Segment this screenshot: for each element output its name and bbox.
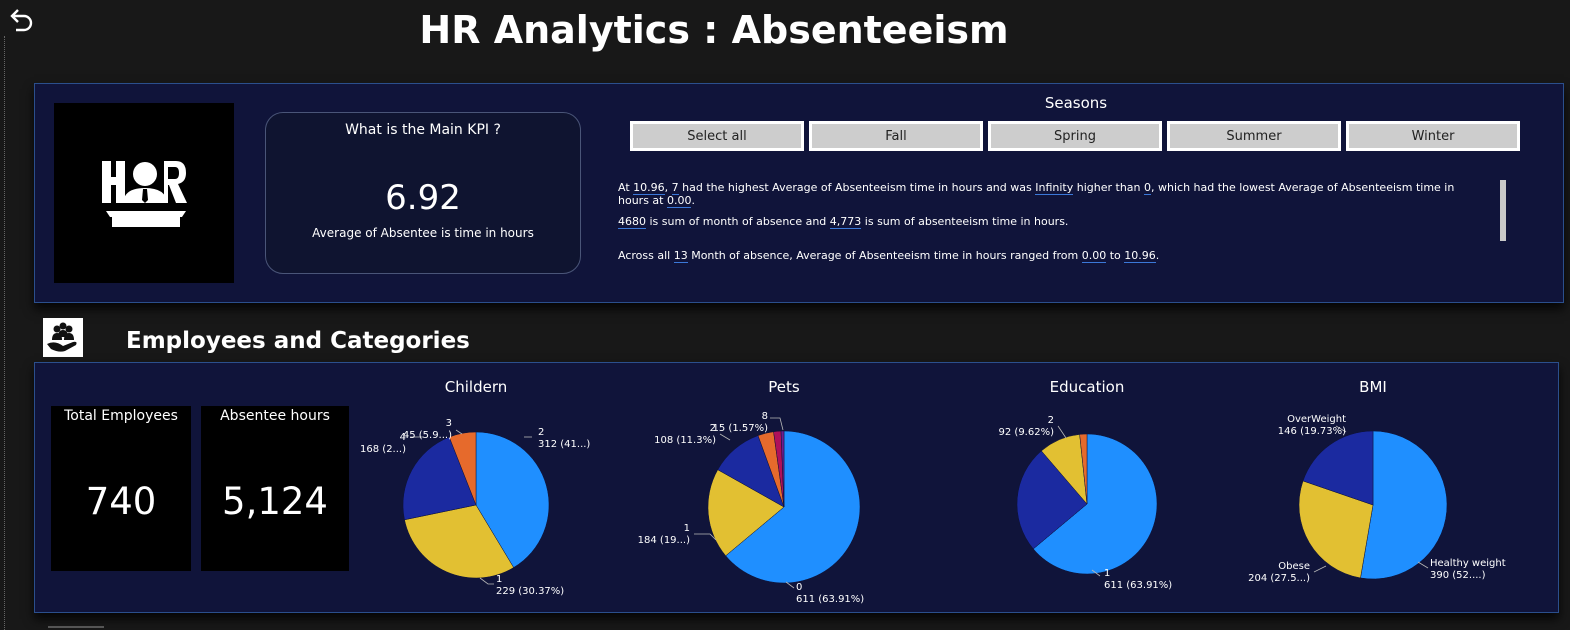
narrative-text: Month of absence, Average of Absenteeism…: [687, 249, 1082, 262]
season-winter-button[interactable]: Winter: [1346, 121, 1520, 151]
hr-manager-icon: [102, 161, 187, 227]
absentee-hours-label: Absentee hours: [220, 408, 330, 424]
narrative-value: 0.00: [1081, 249, 1107, 263]
section-title: Employees and Categories: [126, 328, 470, 354]
narrative-text: At: [618, 181, 634, 194]
narrative-value: 10.96: [1124, 249, 1156, 263]
hr-logo: [54, 103, 234, 283]
season-summer-button[interactable]: Summer: [1167, 121, 1341, 151]
narrative-value: 4680: [618, 215, 646, 229]
page-title: HR Analytics : Absenteeism: [419, 8, 1009, 52]
kpi-caption: Average of Absentee is time in hours: [312, 226, 534, 240]
narrative-line-1: At 10.96, 7 had the highest Average of A…: [618, 181, 1488, 208]
total-employees-label: Total Employees: [64, 408, 178, 424]
narrative-text: is sum of month of absence and: [646, 215, 830, 228]
narrative-line-2: 4680 is sum of month of absence and 4,77…: [618, 215, 1488, 229]
season-select-all-button[interactable]: Select all: [630, 121, 804, 151]
seasons-slicer-title: Seasons: [1044, 94, 1108, 112]
narrative-text: is sum of absenteeism time in hours.: [861, 215, 1069, 228]
narrative-value: 0.00: [666, 194, 692, 208]
employees-care-icon: [43, 318, 83, 357]
narrative-value: 4,773: [829, 215, 862, 229]
narrative-text: to: [1106, 249, 1125, 262]
narrative-value: 13: [673, 249, 688, 263]
narrative-value: 10.96: [633, 181, 665, 195]
canvas-edge-divider: [4, 36, 5, 630]
page-tab-indicator: [48, 626, 104, 628]
total-employees-value: 740: [85, 480, 157, 523]
narrative-text: ,: [664, 181, 672, 194]
narrative-value: 7: [671, 181, 679, 195]
narrative-text: higher than: [1073, 181, 1144, 194]
narrative-line-3: Across all 13 Month of absence, Average …: [618, 249, 1488, 263]
narrative-text: .: [1155, 249, 1160, 262]
total-employees-card: Total Employees 740: [51, 406, 191, 571]
kpi-value: 6.92: [385, 178, 461, 218]
narrative-scrollbar[interactable]: [1500, 180, 1506, 241]
narrative-value: 0: [1144, 181, 1151, 195]
kpi-question: What is the Main KPI ?: [345, 122, 501, 138]
narrative-text: had the highest Average of Absenteeism t…: [678, 181, 1036, 194]
narrative-text: Across all: [618, 249, 674, 262]
absentee-hours-value: 5,124: [222, 480, 328, 523]
season-fall-button[interactable]: Fall: [809, 121, 983, 151]
absentee-hours-card: Absentee hours 5,124: [201, 406, 349, 571]
narrative-value: Infinity: [1035, 181, 1074, 195]
season-spring-button[interactable]: Spring: [988, 121, 1162, 151]
narrative-text: .: [691, 194, 695, 207]
